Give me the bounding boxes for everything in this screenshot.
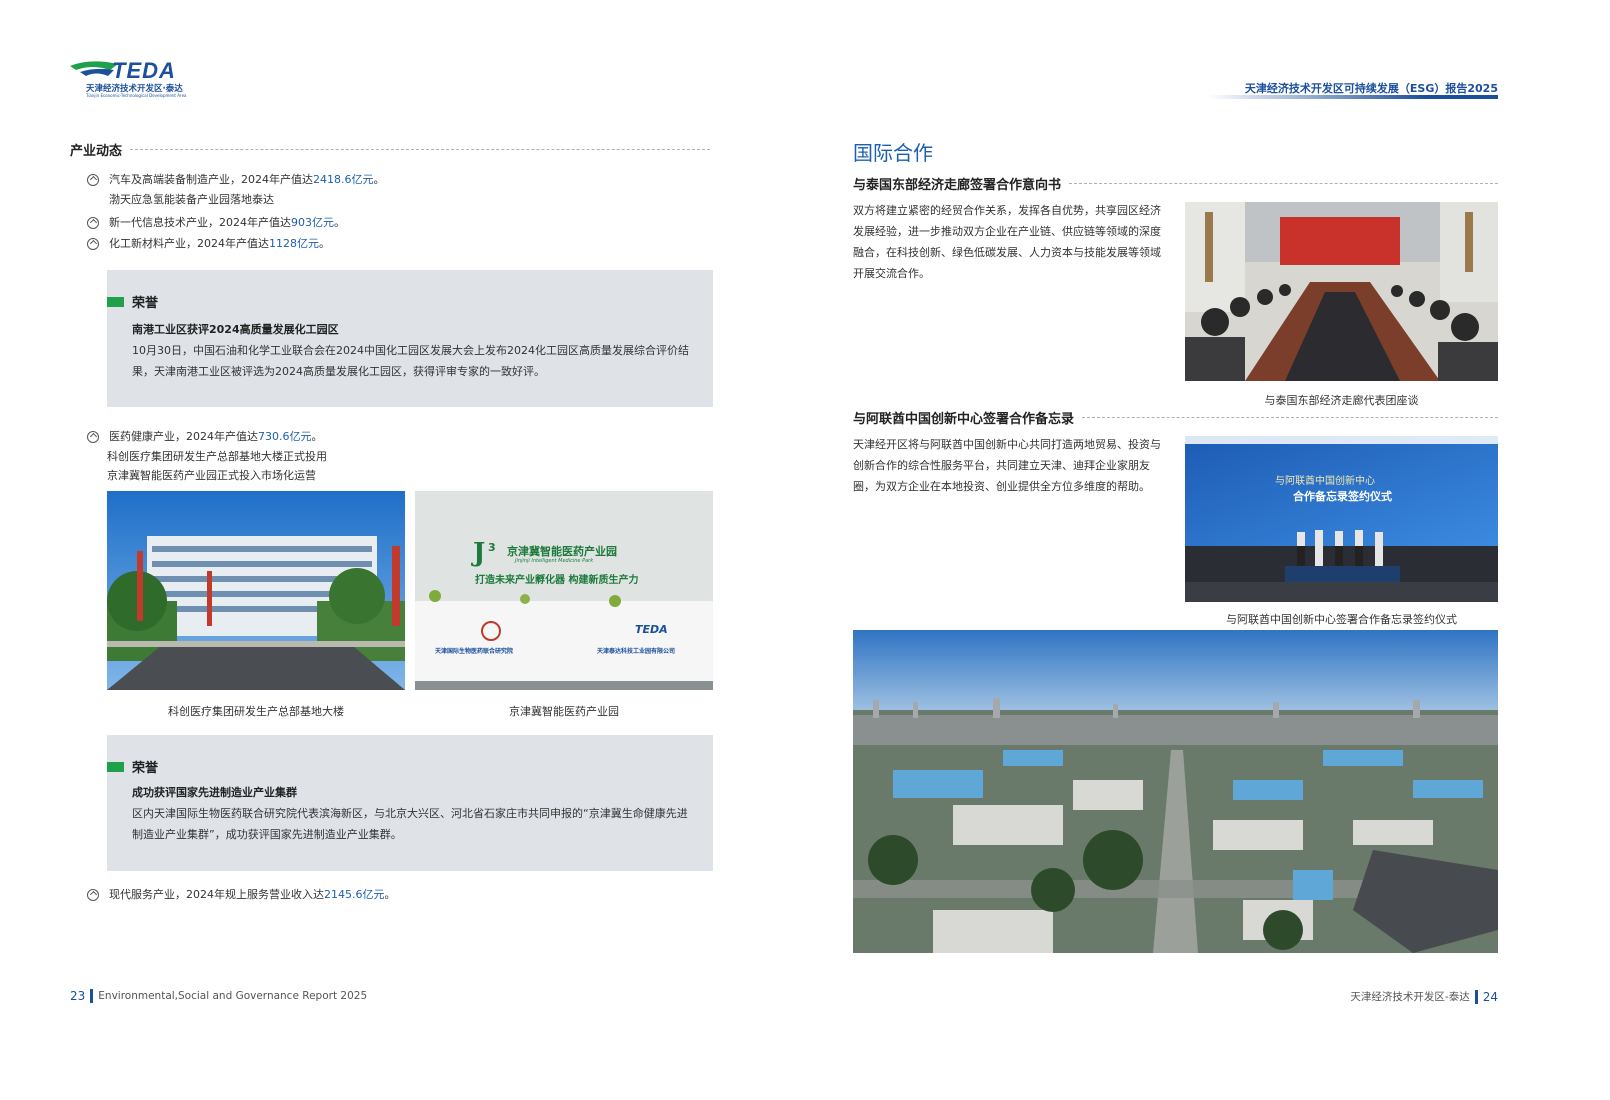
item-punct: 。: [334, 216, 345, 229]
section-title: 产业动态: [70, 144, 123, 159]
report-title: 天津经济技术开发区可持续发展（ESG）报告2025: [1244, 82, 1498, 95]
honor-subtitle: 南港工业区获评2024高质量发展化工园区: [132, 323, 339, 336]
item-punct: 。: [373, 173, 385, 186]
uae-signing-photo: 与阿联酋中国创新中心 合作备忘录签约仪式: [1185, 436, 1498, 602]
photo-caption: 科创医疗集团研发生产总部基地大楼: [168, 705, 344, 718]
kechuang-building-photo: [107, 491, 405, 690]
screen-text-line2: 合作备忘录签约仪式: [1293, 490, 1392, 503]
service-industry-item: 现代服务产业，2024年规上服务营业收入达2145.6亿元。: [87, 885, 707, 905]
honor-box-2: 荣誉 成功获评国家先进制造业产业集群 区内天津国际生物医药联合研究院代表滨海新区…: [107, 735, 713, 871]
teda-logo: TEDA 天津经济技术开发区·泰达 Tianjin Economic-Techn…: [70, 58, 200, 98]
item-text: 新一代信息技术产业，2024年产值达: [109, 216, 291, 229]
list-item: 现代服务产业，2024年规上服务营业收入达2145.6亿元。: [87, 885, 707, 905]
footer-divider: [1474, 989, 1478, 1004]
sign-title: 京津冀智能医药产业园: [507, 545, 617, 558]
coop2-text: 天津经开区将与阿联酋中国创新中心共同打造两地贸易、投资与创新合作的综合性服务平台…: [853, 438, 1161, 493]
logo-text: TEDA: [112, 58, 176, 83]
green-marker-icon: [107, 761, 124, 772]
sign-teda-logo: TEDA: [635, 623, 668, 636]
international-section-title: 国际合作: [853, 141, 933, 165]
honor-label: 荣誉: [132, 296, 159, 311]
aerial-view-photo: [853, 630, 1498, 953]
sign-english: Jinjinji Intelligent Medicine Park: [515, 558, 594, 564]
item-text: 医药健康产业，2024年产值达: [109, 430, 258, 443]
item-subline: 京津冀智能医药产业园正式投入市场化运营: [107, 469, 316, 482]
footer-divider: [90, 989, 94, 1003]
honor-text: 区内天津国际生物医药联合研究院代表滨海新区，与北京大兴区、河北省石家庄市共同申报…: [132, 807, 688, 841]
svg-text:3: 3: [488, 541, 496, 554]
item-text: 现代服务产业，2024年规上服务营业收入达: [109, 888, 324, 901]
photo-caption: 京津冀智能医药产业园: [509, 705, 619, 718]
photo-caption: 与泰国东部经济走廊代表团座谈: [1264, 394, 1419, 407]
health-industry-item: 医药健康产业，2024年产值达730.6亿元。 科创医疗集团研发生产总部基地大楼…: [87, 427, 707, 485]
coop2-title: 与阿联酋中国创新中心签署合作备忘录: [853, 412, 1075, 427]
footer-right-text: 天津经济技术开发区-泰达: [1350, 991, 1470, 1003]
dashed-divider: [1069, 183, 1498, 184]
item-subline: 渤天应急氢能装备产业园落地泰达: [109, 193, 274, 206]
photo-caption: 与阿联酋中国创新中心签署合作备忘录签约仪式: [1226, 613, 1457, 626]
coop1-title: 与泰国东部经济走廊签署合作意向书: [853, 178, 1062, 193]
dashed-divider: [130, 149, 710, 150]
honor-box-1: 荣誉 南港工业区获评2024高质量发展化工园区 10月30日，中国石油和化学工业…: [107, 270, 713, 407]
coop1-text: 双方将建立紧密的经贸合作关系，发挥各自优势，共享园区经济发展经验，进一步推动双方…: [853, 204, 1161, 280]
item-value: 1128亿元: [269, 237, 319, 250]
item-value: 2145.6亿元: [324, 888, 385, 901]
sign-left-org: 天津国际生物医药联合研究院: [435, 648, 514, 655]
footer-right: 天津经济技术开发区-泰达 24: [1350, 989, 1498, 1004]
sign-right-org: 天津泰达科技工业园有限公司: [597, 648, 676, 655]
bullet-icon: [87, 431, 99, 443]
page-number-left: 23: [70, 989, 86, 1003]
item-value: 730.6亿元: [258, 430, 312, 443]
bullet-icon: [87, 238, 99, 250]
list-item: 新一代信息技术产业，2024年产值达903亿元。: [87, 213, 707, 233]
svg-text:J: J: [471, 538, 485, 568]
green-marker-icon: [107, 296, 124, 307]
page-number-right: 24: [1482, 989, 1498, 1004]
screen-text-line1: 与阿联酋中国创新中心: [1275, 476, 1375, 487]
coop1-heading: 与泰国东部经济走廊签署合作意向书: [853, 174, 1498, 193]
item-punct: 。: [311, 430, 323, 443]
item-text: 汽车及高端装备制造产业，2024年产值达: [109, 173, 313, 186]
bullet-icon: [87, 217, 99, 229]
item-punct: 。: [384, 888, 396, 901]
item-subline: 科创医疗集团研发生产总部基地大楼正式投用: [107, 450, 327, 463]
footer-left-text: Environmental,Social and Governance Repo…: [98, 990, 368, 1002]
list-item: 汽车及高端装备制造产业，2024年产值达2418.6亿元。: [87, 170, 707, 190]
honor-label: 荣誉: [132, 761, 159, 776]
item-value: 903亿元: [291, 216, 334, 229]
item-value: 2418.6亿元: [313, 173, 374, 186]
logo-subtitle-en: Tianjin Economic-Technological Developme…: [86, 93, 187, 98]
item-punct: 。: [319, 237, 330, 250]
honor-subtitle: 成功获评国家先进制造业产业集群: [132, 786, 297, 799]
item-text: 化工新材料产业，2024年产值达: [109, 237, 269, 250]
medicine-park-photo: J 3 京津冀智能医药产业园 Jinjinji Intelligent Medi…: [415, 491, 713, 690]
dashed-divider: [1082, 417, 1498, 418]
sign-slogan: 打造未来产业孵化器 构建新质生产力: [475, 575, 639, 586]
footer-left: 23 Environmental,Social and Governance R…: [70, 989, 367, 1003]
coop2-heading: 与阿联酋中国创新中心签署合作备忘录: [853, 408, 1498, 427]
industry-section-heading: 产业动态: [70, 140, 710, 159]
honor-heading: 荣誉: [107, 757, 713, 776]
list-item: 化工新材料产业，2024年产值达1128亿元。: [87, 234, 707, 254]
industry-list: 汽车及高端装备制造产业，2024年产值达2418.6亿元。 渤天应急氢能装备产业…: [87, 170, 707, 254]
honor-text: 10月30日，中国石油和化学工业联合会在2024中国化工园区发展大会上发布202…: [132, 344, 689, 378]
bullet-icon: [87, 174, 99, 186]
title-underline: [1208, 95, 1498, 99]
bullet-icon: [87, 889, 99, 901]
thailand-meeting-photo: [1185, 202, 1498, 381]
list-item: 医药健康产业，2024年产值达730.6亿元。: [87, 427, 707, 447]
honor-heading: 荣誉: [107, 292, 713, 311]
